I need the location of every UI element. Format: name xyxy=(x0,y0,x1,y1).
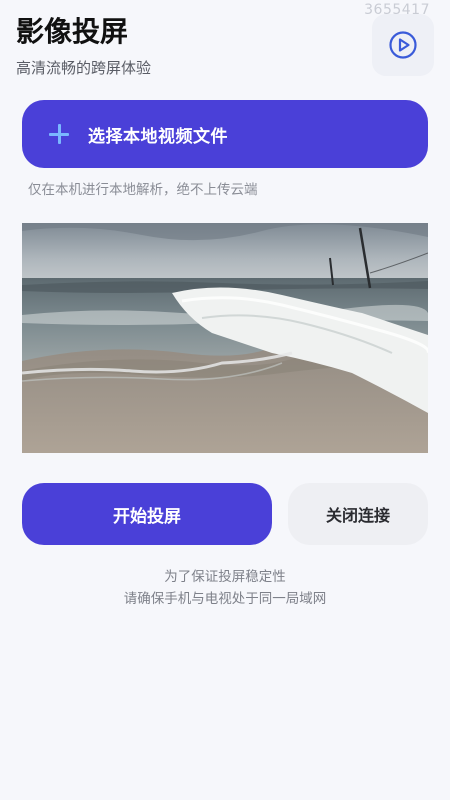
play-button[interactable] xyxy=(372,14,434,76)
tip-line-1: 为了保证投屏稳定性 xyxy=(164,569,286,585)
tip-line-2: 请确保手机与电视处于同一局域网 xyxy=(123,591,327,607)
page-subtitle: 高清流畅的跨屏体验 xyxy=(16,59,152,77)
select-video-button[interactable]: 选择本地视频文件 xyxy=(22,100,428,168)
select-video-label: 选择本地视频文件 xyxy=(88,126,228,147)
network-tip: 为了保证投屏稳定性 请确保手机与电视处于同一局域网 xyxy=(0,566,450,610)
video-preview xyxy=(22,223,428,453)
close-connection-button[interactable]: 关闭连接 xyxy=(288,483,428,545)
plus-icon xyxy=(48,123,70,145)
page-title: 影像投屏 xyxy=(16,15,129,48)
header: 影像投屏 高清流畅的跨屏体验 xyxy=(16,14,346,78)
start-casting-button[interactable]: 开始投屏 xyxy=(22,483,272,545)
privacy-note: 仅在本机进行本地解析，绝不上传云端 xyxy=(28,182,258,198)
play-circle-icon xyxy=(389,31,417,59)
